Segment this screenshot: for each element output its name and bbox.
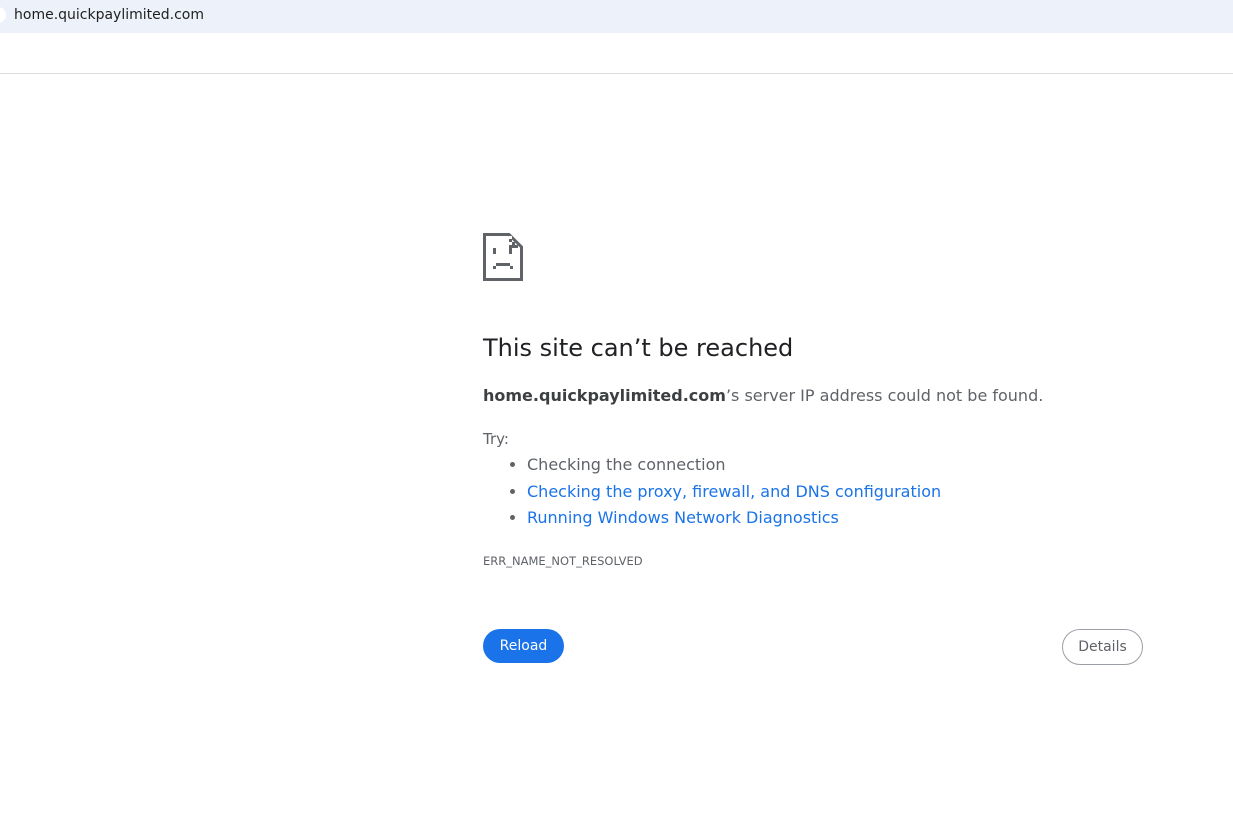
error-title: This site can’t be reached [483, 334, 794, 362]
url-text[interactable]: home.quickpaylimited.com [14, 7, 204, 23]
suggestion-diagnostics: Running Windows Network Diagnostics [527, 505, 941, 532]
suggestion-proxy: Checking the proxy, firewall, and DNS co… [527, 479, 941, 506]
site-info-icon[interactable] [0, 7, 6, 23]
error-host: home.quickpaylimited.com [483, 386, 726, 405]
proxy-link[interactable]: Checking the proxy, firewall, and DNS co… [527, 482, 941, 501]
error-code: ERR_NAME_NOT_RESOLVED [483, 554, 643, 568]
summary-text: ’s server IP address could not be found. [725, 386, 1044, 405]
address-bar[interactable]: home.quickpaylimited.com [0, 0, 1233, 33]
error-summary: home.quickpaylimited.com’s server IP add… [483, 386, 1043, 405]
diagnostics-link[interactable]: Running Windows Network Diagnostics [527, 508, 839, 527]
suggestions-list: Checking the connection Checking the pro… [483, 452, 941, 532]
sad-page-icon [483, 233, 523, 281]
reload-button[interactable]: Reload [483, 629, 564, 663]
details-button[interactable]: Details [1062, 629, 1143, 665]
suggestion-connection: Checking the connection [527, 452, 941, 479]
toolbar-area [0, 33, 1233, 74]
try-label: Try: [483, 430, 509, 448]
